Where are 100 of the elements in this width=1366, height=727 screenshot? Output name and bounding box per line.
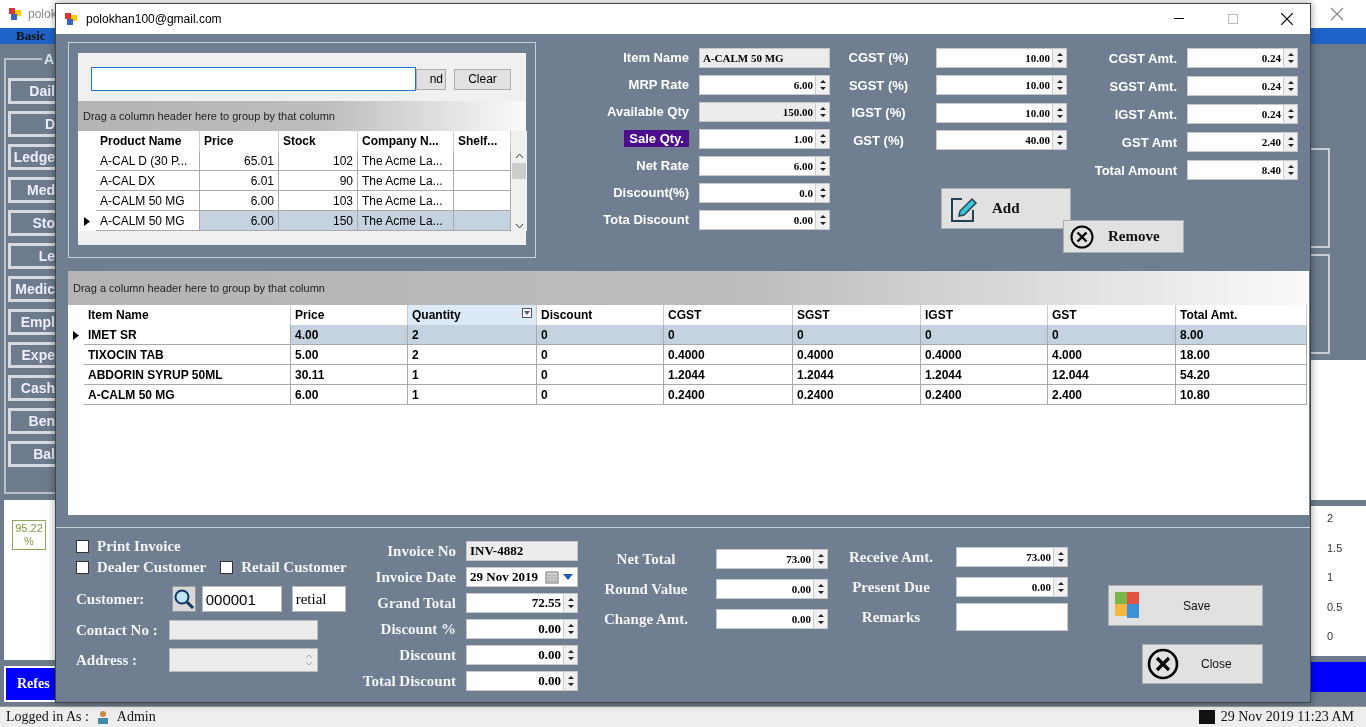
number-field[interactable]: 8.40 — [1187, 160, 1298, 180]
spin-button[interactable] — [815, 183, 829, 202]
address-field[interactable] — [169, 648, 318, 672]
number-field[interactable]: 73.00 — [716, 549, 828, 569]
field-label: Sale Qty. — [624, 130, 689, 147]
spin-button[interactable] — [1283, 77, 1297, 95]
table-cell: 4.000 — [1048, 345, 1176, 365]
spin-button[interactable] — [563, 646, 577, 664]
spin-button[interactable] — [1283, 161, 1297, 179]
table-cell — [454, 211, 511, 231]
customer-code-field[interactable]: 000001 — [201, 586, 282, 612]
number-field[interactable]: 10.00 — [936, 75, 1067, 96]
number-field[interactable]: 0.00 — [466, 619, 578, 639]
spin-button[interactable] — [813, 550, 827, 568]
contact-field[interactable] — [169, 620, 318, 640]
spin-button[interactable] — [1052, 48, 1066, 67]
spin-button[interactable] — [1052, 131, 1066, 150]
spin-button[interactable] — [1283, 105, 1297, 123]
up-down-arrows-icon — [1286, 163, 1295, 177]
number-field[interactable]: 150.00 — [699, 101, 830, 122]
table-cell: 150 — [279, 211, 358, 231]
number-field[interactable]: 0.00 — [956, 577, 1068, 597]
table-cell: 2 — [408, 345, 537, 365]
table-cell: 54.20 — [1176, 365, 1307, 385]
clear-button[interactable]: Clear — [454, 68, 511, 90]
number-field[interactable]: 1.00 — [699, 128, 830, 149]
number-field[interactable]: 2.40 — [1187, 132, 1298, 152]
table-cell: TIXOCIN TAB — [84, 345, 291, 365]
up-down-arrows-icon — [818, 131, 827, 146]
number-field[interactable]: 73.00 — [956, 547, 1068, 567]
table-cell: 0.4000 — [793, 345, 921, 365]
app-icon — [64, 12, 78, 26]
table-cell: 0 — [537, 325, 664, 345]
text-field[interactable]: A-CALM 50 MG — [699, 47, 830, 68]
table-cell: 6.00 — [200, 191, 279, 211]
filter-icon[interactable] — [522, 308, 532, 318]
number-field[interactable]: 6.00 — [699, 74, 830, 95]
spin-button[interactable] — [815, 129, 829, 148]
up-down-arrows-icon — [818, 77, 827, 92]
spin-button[interactable] — [1283, 49, 1297, 67]
add-button[interactable]: Add — [941, 188, 1071, 229]
number-field[interactable]: 0.00 — [466, 645, 578, 665]
remove-button[interactable]: Remove — [1063, 220, 1184, 253]
close-icon[interactable] — [1330, 7, 1344, 22]
search-field[interactable] — [91, 67, 416, 91]
scroll-thumb[interactable] — [512, 163, 526, 179]
field-label: Net Total — [616, 550, 676, 568]
table-cell: The Acme La... — [358, 171, 454, 191]
number-field[interactable]: 72.55 — [466, 593, 578, 613]
number-field[interactable]: 0.0 — [699, 182, 830, 203]
close-button[interactable]: Close — [1142, 644, 1263, 684]
field-label: Round Value — [604, 580, 688, 598]
up-down-arrows-icon — [816, 612, 825, 626]
spin-button[interactable] — [1283, 133, 1297, 151]
spin-button[interactable] — [1052, 76, 1066, 95]
scrollbar[interactable] — [511, 131, 527, 231]
table-cell: ABDORIN SYRUP 50ML — [84, 365, 291, 385]
checkbox[interactable]: Retail Customer — [220, 559, 347, 576]
number-field[interactable]: 0.00 — [716, 609, 828, 629]
spin-button[interactable] — [1053, 578, 1067, 596]
spin-button[interactable] — [815, 75, 829, 94]
number-field[interactable]: 0.00 — [466, 671, 578, 691]
spin-button[interactable] — [815, 210, 829, 229]
find-button[interactable]: nd — [416, 68, 446, 90]
spin-button[interactable] — [815, 102, 829, 121]
caret-icon[interactable] — [563, 574, 573, 580]
number-field[interactable]: 0.24 — [1187, 76, 1298, 96]
number-field[interactable]: 40.00 — [936, 130, 1067, 151]
field-label: Present Due — [852, 578, 930, 596]
spin-button[interactable] — [813, 610, 827, 628]
table-cell: A-CALM 50 MG — [84, 385, 291, 405]
spin-button[interactable] — [815, 156, 829, 175]
table-cell: A-CALM 50 MG — [96, 211, 200, 231]
number-field[interactable]: 0.00 — [699, 209, 830, 230]
field-label: IGST (%) — [851, 105, 906, 121]
search-button[interactable] — [171, 586, 196, 612]
row-pointer-icon — [84, 216, 90, 226]
column-header[interactable]: Quantity — [408, 305, 537, 325]
number-field[interactable]: 0.24 — [1187, 48, 1298, 68]
number-field[interactable]: 6.00 — [699, 155, 830, 176]
save-button[interactable]: Save — [1108, 585, 1263, 626]
spin-button[interactable] — [1052, 103, 1066, 122]
customer-type-field[interactable]: retial — [291, 586, 346, 612]
number-field[interactable]: 10.00 — [936, 47, 1067, 68]
number-field[interactable]: 10.00 — [936, 102, 1067, 123]
checkbox[interactable]: Print Invoice — [76, 538, 366, 555]
date-field[interactable]: 29 Nov 2019 — [466, 567, 578, 587]
text-field[interactable] — [956, 603, 1068, 631]
checkbox[interactable]: Dealer Customer — [76, 559, 207, 576]
number-field[interactable]: 0.00 — [716, 579, 828, 599]
spin-button[interactable] — [563, 620, 577, 638]
footer-bar — [1310, 662, 1366, 693]
spin-button[interactable] — [563, 594, 577, 612]
spin-button[interactable] — [1053, 548, 1067, 566]
table-cell: 18.00 — [1176, 345, 1307, 365]
spin-button[interactable] — [813, 580, 827, 598]
close-circle-icon — [1070, 224, 1094, 249]
spin-button[interactable] — [563, 672, 577, 690]
number-field[interactable]: 0.24 — [1187, 104, 1298, 124]
text-field[interactable]: INV-4882 — [466, 541, 578, 561]
